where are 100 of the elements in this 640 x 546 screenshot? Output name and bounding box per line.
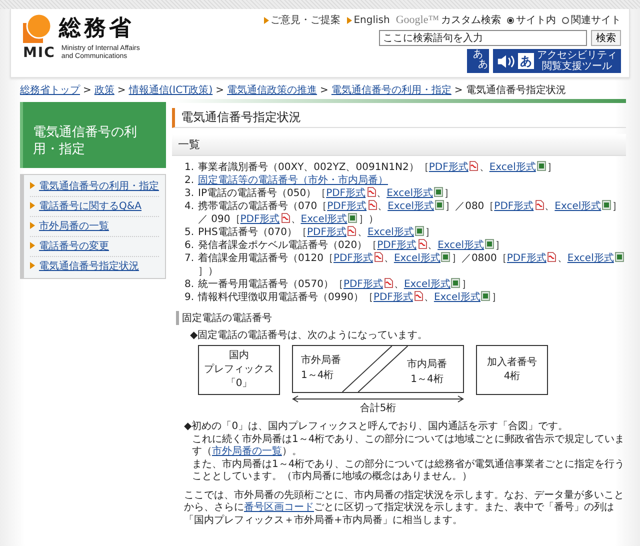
accessibility-label: アクセシビリティ	[537, 50, 617, 61]
list-number: 8.	[183, 278, 194, 291]
excel-link[interactable]: Excel形式	[300, 214, 348, 225]
list-number: 2.	[183, 174, 194, 187]
text-link[interactable]: 市外局番の一覧	[212, 446, 282, 457]
pdf-file-icon	[366, 187, 376, 197]
section-heading: 固定電話の電話番号	[176, 311, 626, 325]
breadcrumb-separator: >	[454, 84, 463, 96]
list-number: 1.	[183, 161, 194, 174]
spreadsheet-icon	[481, 291, 490, 301]
pdf-file-icon	[547, 252, 556, 262]
search-button[interactable]: 検索	[591, 30, 621, 46]
paragraph-text: また、市内局番は1～4桁であり、この部分については総務省が電気通信事業者ごとに指定を行うこととしています。（市内局番に地域の概念はありません。）	[191, 458, 626, 484]
breadcrumb-link[interactable]: 総務省トップ	[20, 83, 80, 97]
pdf-link[interactable]: PDF形式	[326, 188, 366, 199]
list-item-text: 着信課金用電話番号（0120［PDF形式 、Excel形式 ］／0800［PDF形式 、Excel形式 ］）	[198, 252, 626, 278]
triangle-icon	[30, 222, 35, 229]
box-label: 国内 プレフィックス 「0」	[204, 349, 274, 391]
pdf-link[interactable]: PDF形式	[506, 253, 546, 264]
excel-link[interactable]: Excel形式	[388, 201, 434, 212]
logo-icon	[23, 13, 53, 43]
text-link[interactable]: 番号区画コード	[244, 502, 314, 513]
list-item-text: 事業者識別番号（00XY、002YZ、0091N1N2）［PDF形式 、Excel形式 ］	[198, 161, 558, 174]
span-label: 合計5桁	[360, 403, 396, 415]
triangle-icon	[30, 262, 35, 269]
search-label: カスタム検索	[441, 14, 501, 27]
pdf-file-icon	[414, 291, 423, 301]
pdf-file-icon	[347, 226, 356, 236]
spreadsheet-icon	[614, 252, 624, 262]
pdf-link[interactable]: PDF形式	[343, 279, 383, 290]
spreadsheet-icon	[485, 239, 494, 249]
triangle-icon	[30, 242, 35, 249]
pdf-link[interactable]: PDF形式	[327, 201, 367, 212]
scope-radio[interactable]: サイト内	[507, 13, 556, 27]
paragraph-text: ここでは、市外局番の先頭桁ごとに、市内局番の指定状況を示します。なお、データ量が多いことから、さらに番号区画コード ごとに区切って指定状況を示します。また、表中で「番号」の列は「国内プレフィックス＋市外局番+市内局番」に相当します。	[184, 490, 625, 527]
logo-title: 総務省	[59, 15, 134, 43]
header-link[interactable]: English	[354, 14, 390, 26]
list-number: 4.	[183, 200, 194, 214]
sidebar-link[interactable]: 電話番号の変更	[39, 240, 109, 253]
excel-link[interactable]: Excel形式	[404, 279, 450, 290]
pdf-file-icon	[418, 239, 427, 249]
spreadsheet-icon	[441, 252, 450, 262]
sidebar-link[interactable]: 電話番号に関するQ&A	[39, 200, 142, 213]
excel-link[interactable]: Excel形式	[554, 201, 602, 212]
excel-link[interactable]: Excel形式	[386, 188, 434, 199]
list-number: 6.	[183, 239, 194, 252]
box-label: 市外局番 1～4桁	[301, 354, 341, 383]
excel-link[interactable]: Excel形式	[567, 253, 614, 264]
list-item-text: 情報料代理徴収用電話番号（0990）［PDF形式 、Excel形式 ］	[198, 291, 502, 304]
list-item-text: 発信者課金ポケベル電話番号（020）［PDF形式 、Excel形式 ］	[198, 239, 506, 252]
pdf-file-icon	[534, 200, 544, 210]
scope-radio[interactable]: 関連サイト	[562, 13, 621, 27]
list-item-text: 統一番号用電話番号（0570）［PDF形式 、Excel形式 ］	[198, 278, 472, 291]
search-field[interactable]: ここに検索語句を入力	[379, 30, 587, 46]
pdf-link[interactable]: PDF形式	[333, 253, 373, 264]
pdf-link[interactable]: PDF形式	[377, 240, 417, 251]
accessibility-label: 閲覧支援ツール	[541, 61, 613, 72]
speaker-icon	[497, 54, 515, 68]
excel-link[interactable]: Excel形式	[434, 292, 480, 303]
sidebar-link[interactable]: 市外局番の一覧	[39, 220, 109, 233]
box-label: 市内局番 1～4桁	[407, 358, 447, 387]
paragraph-text: ◆初めの「0」は、国内プレフィックスと呼んでおり、国内通話を示す「合図」です。	[184, 421, 570, 434]
breadcrumb-link[interactable]: 電気通信番号の利用・指定	[331, 83, 452, 97]
list-item-text: IP電話の電話番号（050）［PDF形式 、Excel形式 ］	[198, 187, 456, 200]
pdf-file-icon	[374, 252, 383, 262]
pdf-link[interactable]: PDF形式	[494, 201, 534, 212]
list-number: 5.	[183, 226, 194, 239]
pdf-file-icon	[469, 161, 478, 171]
reader-glyph: あ	[518, 53, 534, 69]
spreadsheet-icon	[348, 213, 358, 223]
sidebar-title: 電気通信番号の利用・指定	[20, 102, 166, 168]
breadcrumb-separator: >	[216, 84, 224, 96]
spreadsheet-icon	[451, 278, 460, 288]
header-link[interactable]: ご意見・ご提案	[270, 13, 341, 27]
list-item-text: 携帯電話の電話番号（070［PDF形式 、Excel形式 ］／080［PDF形式 、Excel形式 ］／ 090［PDF形式 、Excel形式 ］）	[198, 200, 624, 226]
sidebar-link[interactable]: 電気通信番号指定状況	[39, 260, 139, 273]
triangle-icon	[346, 16, 352, 24]
logo-abbreviation: MIC	[23, 45, 56, 61]
breadcrumb-link[interactable]: 政策	[94, 83, 114, 97]
text-link[interactable]: 固定電話等の電話番号（市外・市内局番）	[198, 175, 388, 186]
excel-link[interactable]: Excel形式	[367, 227, 414, 238]
pdf-link[interactable]: PDF形式	[373, 292, 413, 303]
sidebar-link[interactable]: 電気通信番号の利用・指定	[39, 180, 159, 193]
excel-link[interactable]: Excel形式	[438, 240, 484, 251]
pdf-link[interactable]: PDF形式	[428, 162, 468, 173]
triangle-icon	[30, 202, 35, 209]
excel-link[interactable]: Excel形式	[489, 162, 536, 173]
pdf-file-icon	[368, 200, 377, 210]
list-number: 9.	[183, 291, 194, 304]
page-title: 電気通信番号指定状況	[172, 108, 626, 128]
excel-link[interactable]: Excel形式	[394, 253, 440, 264]
pdf-link[interactable]: PDF形式	[240, 214, 280, 225]
search-brand: Google™	[396, 14, 439, 26]
breadcrumb-link[interactable]: 電気通信政策の推進	[227, 83, 318, 97]
list-heading: 一覧	[172, 134, 626, 156]
list-number: 3.	[183, 187, 194, 200]
pdf-file-icon	[280, 213, 290, 223]
font-size-button[interactable]: あ あ	[467, 49, 489, 73]
pdf-link[interactable]: PDF形式	[306, 227, 346, 238]
breadcrumb-link[interactable]: 情報通信(ICT政策)	[128, 83, 213, 97]
